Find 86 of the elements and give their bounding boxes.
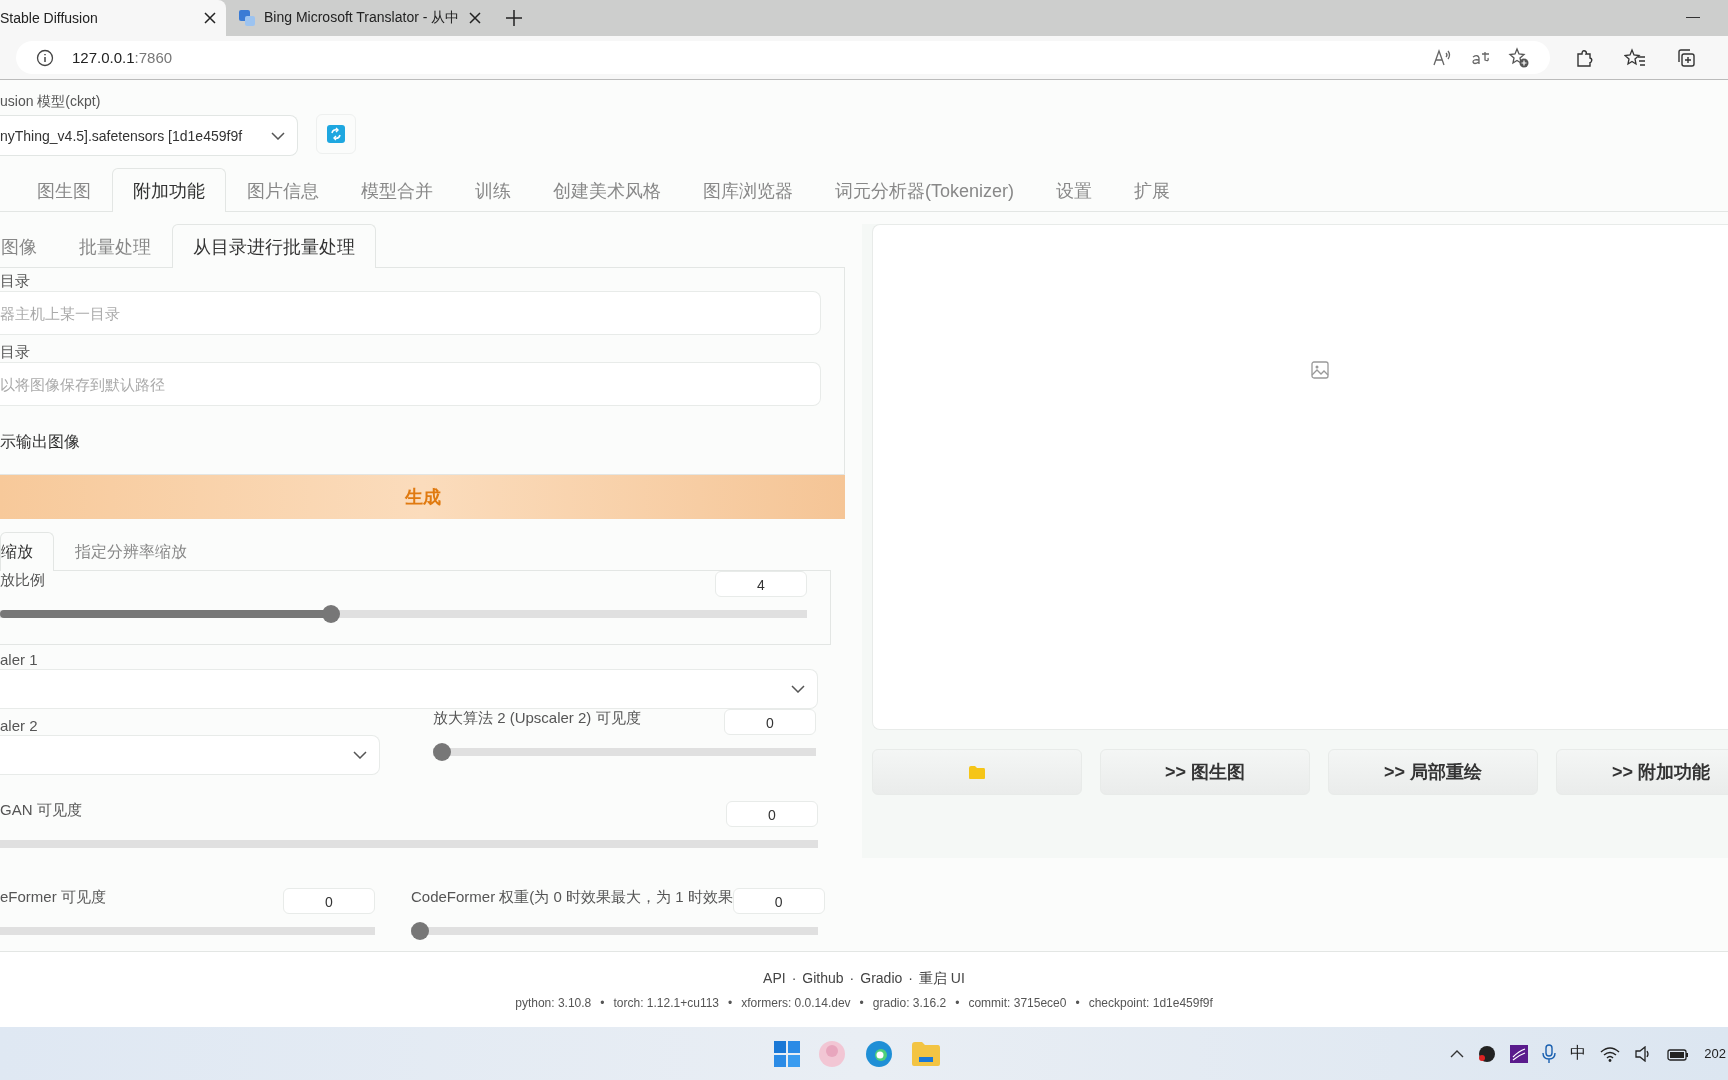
favorites-icon[interactable]	[1624, 47, 1646, 68]
tab[interactable]: 训练	[454, 168, 532, 212]
windows-start-icon[interactable]	[774, 1040, 800, 1067]
number-field[interactable]: 4	[715, 571, 807, 597]
version-text: checkpoint: 1d1e459f9f	[1088, 996, 1213, 1010]
version-text: commit: 3715ece0	[968, 996, 1067, 1010]
number-field[interactable]: 0	[726, 801, 818, 827]
separator: •	[1075, 996, 1080, 1010]
close-icon[interactable]	[469, 12, 481, 24]
version-text: torch: 1.12.1+cu113	[613, 996, 719, 1010]
send-to-button[interactable]: >> 图生图	[1100, 749, 1310, 795]
folder-icon[interactable]	[911, 1040, 941, 1067]
dropdown-label: aler 2	[0, 717, 39, 735]
tab[interactable]: 缩放	[0, 532, 54, 571]
tab[interactable]: 附加功能	[112, 168, 226, 212]
separator: •	[728, 996, 733, 1010]
separator: •	[600, 996, 605, 1010]
tab[interactable]: 指定分辨率缩放	[54, 532, 208, 571]
separator: •	[859, 996, 864, 1010]
info-icon[interactable]	[36, 48, 54, 67]
field-label: 目录	[0, 272, 31, 290]
tab[interactable]: 图像	[0, 224, 58, 268]
number-field[interactable]: 0	[732, 888, 825, 914]
slider-label: CodeFormer 权重(为 0 时效果最大，为 1 时效果	[411, 888, 733, 907]
slider-label: GAN 可见度	[0, 801, 82, 820]
app-icon[interactable]	[1478, 1044, 1497, 1063]
app-icon[interactable]	[1510, 1044, 1529, 1063]
collections-icon[interactable]	[1676, 47, 1696, 68]
checkbox-label[interactable]: 示输出图像	[0, 432, 844, 453]
footer-link[interactable]: Github	[802, 970, 844, 988]
slider-label: eFormer 可见度	[0, 888, 106, 907]
separator: ·	[791, 970, 797, 988]
separator: ·	[849, 970, 855, 988]
add-favorite-icon[interactable]	[1508, 46, 1530, 69]
footer-link[interactable]: API	[763, 970, 786, 988]
version-text: xformers: 0.0.14.dev	[741, 996, 851, 1010]
refresh-icon	[327, 125, 345, 143]
browser-tab[interactable]: Stable Diffusion	[0, 0, 226, 36]
browser-icon[interactable]	[864, 1038, 894, 1069]
footer-link[interactable]: Gradio	[860, 970, 903, 988]
input-method-indicator[interactable]: 中	[1570, 1043, 1587, 1064]
separator: •	[955, 996, 960, 1010]
slider-thumb[interactable]	[321, 605, 340, 623]
refresh-button[interactable]	[316, 114, 356, 154]
tab[interactable]: 设置	[1035, 168, 1114, 212]
chevron-down-icon	[353, 751, 367, 759]
chevron-down-icon	[271, 131, 285, 140]
url-text: 127.0.0.1:7860	[72, 49, 173, 66]
number-field[interactable]: 0	[283, 888, 375, 914]
version-text: gradio: 3.16.2	[872, 996, 947, 1010]
close-icon[interactable]	[204, 12, 216, 24]
translator-icon	[238, 9, 256, 27]
number-field[interactable]: 0	[724, 709, 816, 735]
read-aloud-icon[interactable]	[1432, 47, 1452, 68]
slider-label: 放大算法 2 (Upscaler 2) 可见度	[433, 709, 641, 728]
field-label: 目录	[0, 343, 31, 361]
separator: ·	[908, 970, 913, 988]
input-field[interactable]: 器主机上某一目录	[0, 291, 821, 335]
send-to-button[interactable]: >> 附加功能	[1556, 749, 1728, 795]
microphone-icon[interactable]	[1542, 1043, 1557, 1064]
tab[interactable]: 从目录进行批量处理	[172, 224, 376, 268]
slider-thumb[interactable]	[433, 743, 451, 761]
tab[interactable]: 图片信息	[226, 168, 340, 212]
input-field[interactable]: 以将图像保存到默认路径	[0, 362, 821, 406]
wifi-icon[interactable]	[1600, 1045, 1621, 1062]
slider-thumb[interactable]	[411, 922, 429, 940]
extensions-icon[interactable]	[1574, 47, 1594, 68]
chevron-up-icon[interactable]	[1450, 1049, 1465, 1058]
slider-label: 放比例	[0, 571, 45, 590]
send-to-button[interactable]: >> 局部重绘	[1328, 749, 1538, 795]
version-text: python: 3.10.8	[515, 996, 592, 1010]
dropdown-label: usion 模型(ckpt)	[0, 93, 102, 111]
chevron-down-icon	[791, 685, 805, 693]
tab[interactable]: 模型合并	[340, 168, 454, 212]
tab[interactable]: 图库浏览器	[682, 168, 814, 212]
model-dropdown[interactable]: nyThing_v4.5].safetensors [1d1e459f9f	[0, 115, 298, 156]
image-icon	[1310, 361, 1329, 379]
tab[interactable]: 创建美术风格	[532, 168, 682, 212]
dropdown-label: aler 1	[0, 651, 39, 669]
footer-link[interactable]: 重启 UI	[919, 970, 965, 988]
tab[interactable]: 扩展	[1113, 168, 1192, 212]
clock-text[interactable]: 202	[1704, 1046, 1726, 1061]
new-tab-icon[interactable]	[505, 9, 523, 27]
browser-tab[interactable]: Bing Microsoft Translator - 从中	[226, 0, 491, 36]
address-bar[interactable]: 127.0.0.1:7860	[16, 41, 1550, 74]
folder-icon	[968, 764, 986, 780]
